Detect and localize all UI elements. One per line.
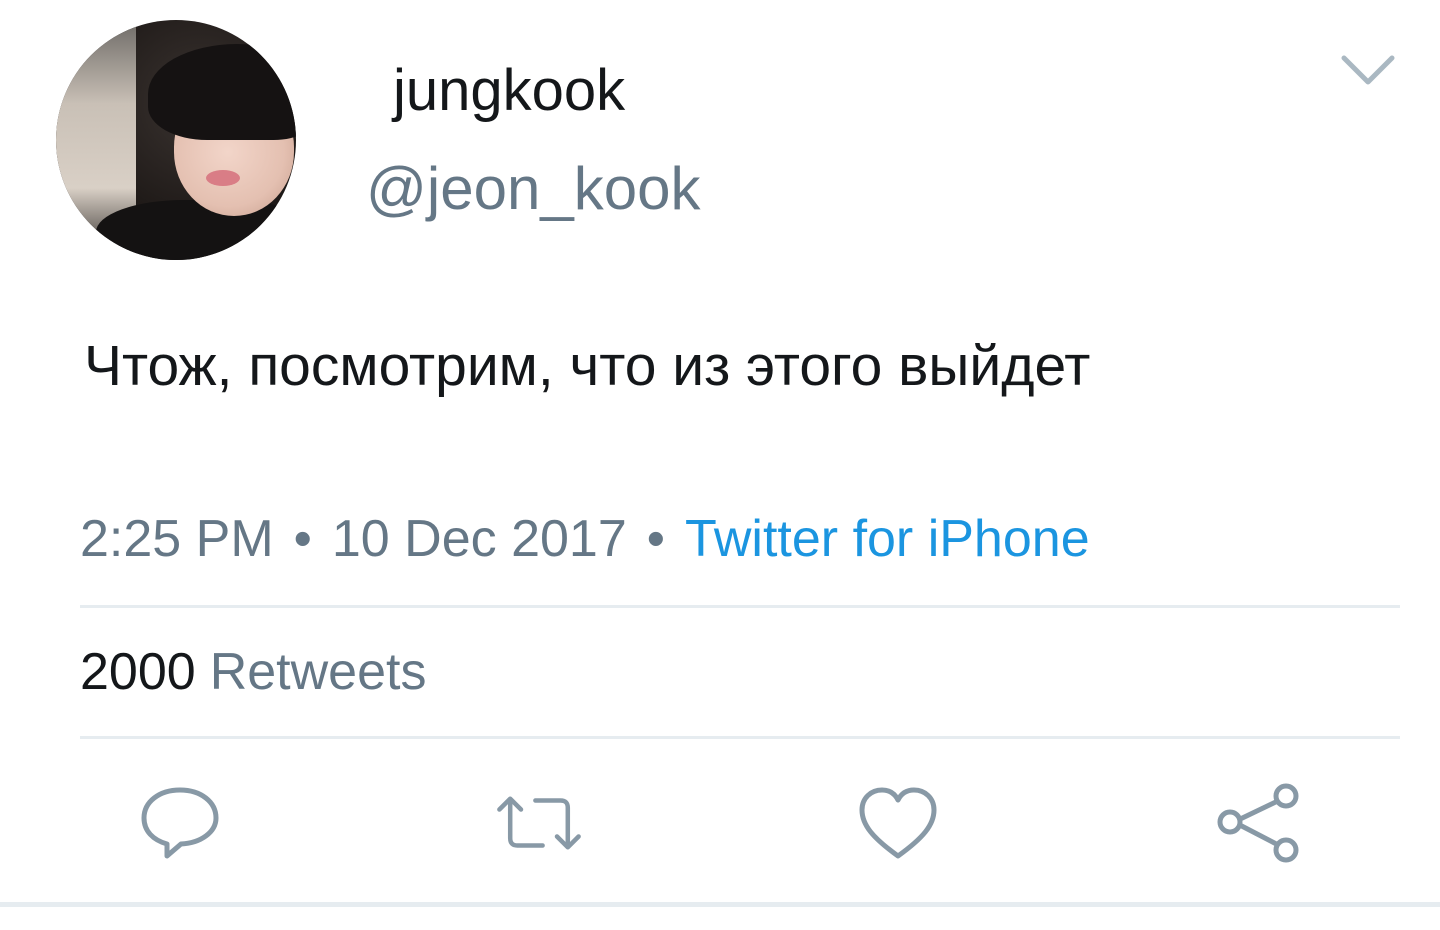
retweet-icon [497,796,581,850]
avatar-lips [206,170,240,186]
avatar-shirt [96,200,296,260]
reply-button[interactable] [135,778,225,868]
chevron-down-icon [1341,55,1395,85]
more-menu-button[interactable] [1336,48,1400,92]
avatar[interactable] [56,20,296,260]
meta-separator: • [646,510,665,568]
retweet-count: 2000 [80,643,196,701]
tweet-time: 2:25 PM [80,510,274,568]
like-icon [859,787,937,859]
divider [80,736,1400,739]
author-display-name[interactable]: jungkook [393,56,625,126]
tweet-date: 10 Dec 2017 [331,510,627,568]
tweet-metadata: 2:25 PM • 10 Dec 2017 • Twitter for iPhone [80,508,1090,570]
author-handle[interactable]: @jeon_kook [366,153,700,225]
bottom-border [0,902,1440,907]
like-button[interactable] [853,778,943,868]
share-button[interactable] [1212,778,1302,868]
avatar-hair [148,44,296,140]
retweet-button[interactable] [494,778,584,868]
tweet-source-link[interactable]: Twitter for iPhone [685,510,1090,568]
divider [80,605,1400,608]
reply-icon [141,787,219,859]
retweet-label: Retweets [209,643,427,701]
retweet-stats[interactable]: 2000 Retweets [80,641,426,703]
meta-separator: • [293,510,312,568]
share-icon [1217,783,1299,863]
tweet-text: Чтож, посмотрим, что из этого выйдет [84,334,1091,398]
